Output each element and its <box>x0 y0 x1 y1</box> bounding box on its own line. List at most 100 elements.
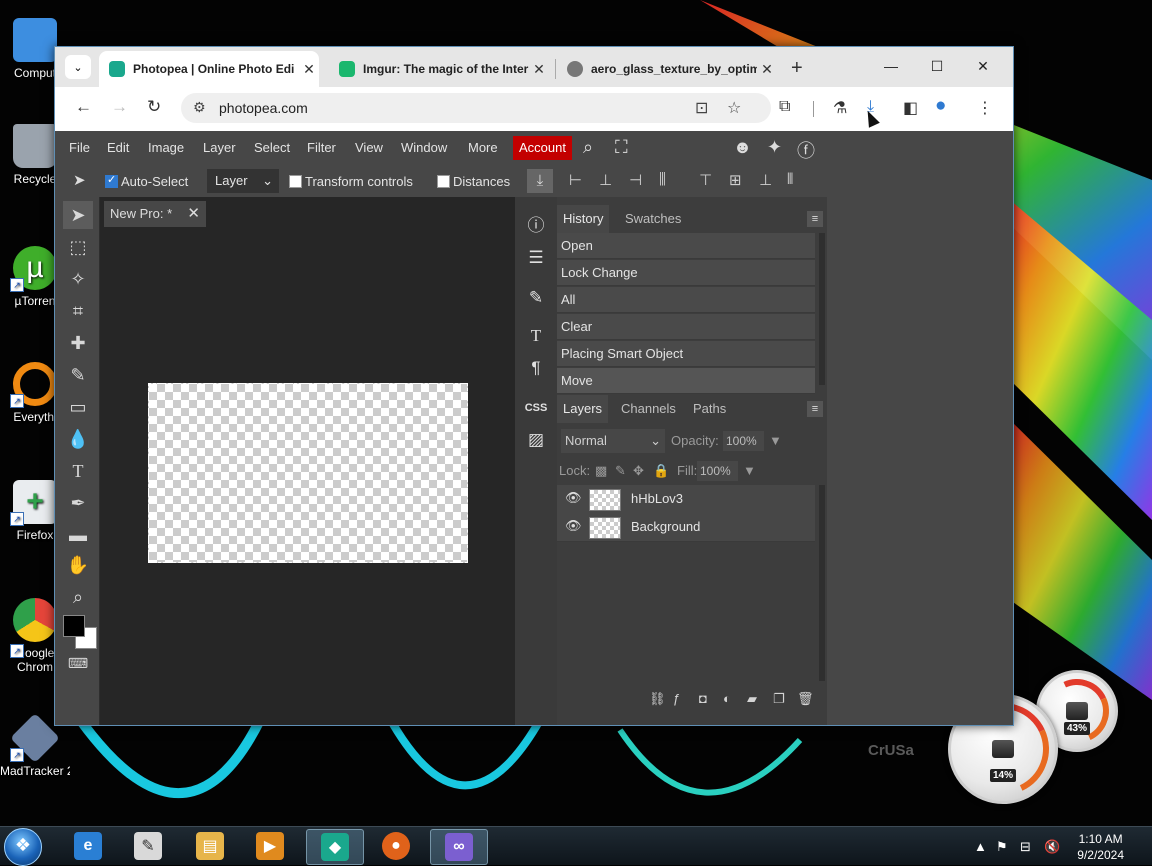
new-layer-icon[interactable]: ❐ <box>773 691 785 707</box>
menu-more[interactable]: More <box>468 140 498 155</box>
lock-all-icon[interactable]: 🔒 <box>653 463 669 479</box>
labs-flask-icon[interactable]: ⚗ <box>833 98 847 118</box>
zoom-tool-icon[interactable]: ⌕ <box>63 583 93 611</box>
css-panel-button[interactable]: CSS <box>523 395 549 421</box>
extensions-icon[interactable]: ⧉ <box>779 98 790 116</box>
install-app-icon[interactable]: ⊡ <box>695 98 708 118</box>
menu-window[interactable]: Window <box>401 140 447 155</box>
align-bottom-icon[interactable]: ⊥ <box>759 171 772 189</box>
character-icon[interactable]: T <box>523 323 549 349</box>
crop-tool-icon[interactable]: ⌗ <box>63 297 93 325</box>
address-bar[interactable]: ⚙ photopea.com ⊡ ☆ <box>181 93 771 123</box>
menu-view[interactable]: View <box>355 140 383 155</box>
close-tab-icon[interactable]: ✕ <box>757 61 777 78</box>
link-layers-icon[interactable]: ⛓ <box>649 691 666 707</box>
taskbar-file-explorer[interactable]: ▤ <box>182 829 238 863</box>
transform-controls-checkbox[interactable] <box>289 175 302 188</box>
layer-effects-icon[interactable]: ƒ <box>673 691 680 706</box>
rectangle-tool-icon[interactable]: ▬ <box>63 521 93 549</box>
tab-photopea[interactable]: Photopea | Online Photo Edi ✕ <box>99 51 319 87</box>
image-icon[interactable]: ▨ <box>523 427 549 453</box>
history-item-current[interactable]: Move <box>557 368 815 394</box>
close-window-button[interactable]: ✕ <box>961 53 1005 79</box>
layer-row[interactable]: 👁 Background <box>557 513 815 542</box>
eye-visibility-icon[interactable]: 👁 <box>565 518 582 534</box>
minimize-button[interactable]: — <box>869 53 913 79</box>
fill-dropdown-icon[interactable]: ▼ <box>743 463 756 478</box>
lock-position-icon[interactable]: ✥ <box>633 463 644 479</box>
action-center-flag-icon[interactable]: ⚑ <box>996 839 1008 855</box>
paragraph-icon[interactable]: ¶ <box>523 355 549 381</box>
close-tab-icon[interactable]: ✕ <box>529 61 549 78</box>
hand-tool-icon[interactable]: ✋ <box>63 551 93 579</box>
tab-paths[interactable]: Paths <box>687 395 732 423</box>
maximize-button[interactable]: ☐ <box>915 53 959 79</box>
taskbar-visual-studio[interactable]: ∞ <box>430 829 488 865</box>
lock-paint-icon[interactable]: ✎ <box>615 463 626 479</box>
marquee-tool-icon[interactable]: ⬚ <box>63 233 93 261</box>
hamburger-menu-icon[interactable]: ≡ <box>807 211 823 227</box>
tab-channels[interactable]: Channels <box>615 395 682 423</box>
forward-button[interactable]: → <box>111 97 128 117</box>
opacity-input[interactable]: 100% <box>723 431 764 451</box>
new-tab-button[interactable]: + <box>791 57 803 80</box>
menu-image[interactable]: Image <box>148 140 184 155</box>
taskbar-notepad[interactable]: ✎ <box>120 829 176 863</box>
layers-scrollbar[interactable] <box>819 485 825 681</box>
close-tab-icon[interactable]: ✕ <box>299 61 319 78</box>
menu-edit[interactable]: Edit <box>107 140 129 155</box>
fullscreen-icon[interactable]: ⛶ <box>615 137 628 158</box>
type-tool-icon[interactable]: T <box>63 457 93 485</box>
tray-expand-icon[interactable]: ▲ <box>974 839 987 854</box>
document-tab[interactable]: New Pro: * ✕ <box>104 201 206 227</box>
browser-menu-icon[interactable]: ⋮ <box>977 98 993 118</box>
tab-layers[interactable]: Layers <box>557 395 609 423</box>
arrange-download-button[interactable]: ⤓ <box>527 169 553 193</box>
close-document-icon[interactable]: ✕ <box>187 201 200 227</box>
auto-select-mode-dropdown[interactable]: Layer ⌄ <box>207 169 279 193</box>
magic-wand-tool-icon[interactable]: ✧ <box>63 265 93 293</box>
tab-search-button[interactable]: ⌄ <box>65 55 91 79</box>
network-icon[interactable]: ⊟ <box>1020 839 1031 855</box>
adjustment-layer-icon[interactable]: ◐ <box>723 691 731 706</box>
hamburger-menu-icon[interactable]: ≡ <box>807 401 823 417</box>
history-item[interactable]: All <box>557 287 815 313</box>
account-button[interactable]: Account <box>513 136 572 160</box>
tab-history[interactable]: History <box>557 205 610 233</box>
tab-aero-glass[interactable]: aero_glass_texture_by_optim ✕ <box>557 51 777 87</box>
menu-filter[interactable]: Filter <box>307 140 336 155</box>
taskbar-photopea[interactable]: ◆ <box>306 829 364 865</box>
start-button[interactable] <box>4 828 42 866</box>
tab-imgur[interactable]: Imgur: The magic of the Inter ✕ <box>329 51 549 87</box>
distribute-horizontal-icon[interactable]: ⫼ <box>659 171 666 188</box>
distances-checkbox[interactable] <box>437 175 450 188</box>
brush-settings-icon[interactable]: ✎ <box>523 285 549 311</box>
delete-layer-trash-icon[interactable]: 🗑 <box>797 691 814 707</box>
eye-visibility-icon[interactable]: 👁 <box>565 490 582 506</box>
document-canvas[interactable] <box>148 383 468 563</box>
history-scrollbar[interactable] <box>819 233 825 385</box>
taskbar-media-player[interactable]: ▶ <box>242 829 298 863</box>
site-info-icon[interactable]: ⚙ <box>193 99 206 116</box>
add-mask-icon[interactable]: ◘ <box>699 691 707 706</box>
system-clock[interactable]: 1:10 AM 9/2/2024 <box>1077 831 1124 863</box>
volume-muted-icon[interactable]: 🔇 <box>1044 839 1060 855</box>
align-center-icon[interactable]: ⊥ <box>599 171 612 189</box>
taskbar-internet-explorer[interactable]: e <box>60 829 116 863</box>
auto-select-checkbox[interactable] <box>105 173 118 188</box>
fill-input[interactable]: 100% <box>697 461 738 481</box>
opacity-dropdown-icon[interactable]: ▼ <box>769 433 782 448</box>
align-middle-icon[interactable]: ⊞ <box>729 171 742 189</box>
align-top-icon[interactable]: ⊤ <box>699 171 712 189</box>
foreground-color-swatch[interactable] <box>63 615 85 637</box>
distribute-vertical-icon[interactable]: ⫴ <box>787 171 793 188</box>
adjustments-icon[interactable]: ☰ <box>523 245 549 271</box>
healing-brush-tool-icon[interactable]: ✚ <box>63 329 93 357</box>
search-icon[interactable]: ⌕ <box>583 137 593 158</box>
info-icon[interactable]: ⓘ <box>523 213 549 239</box>
layer-row[interactable]: 👁 hHbLov3 <box>557 485 815 514</box>
back-button[interactable]: ← <box>75 97 92 117</box>
history-item[interactable]: Open <box>557 233 815 259</box>
twitter-icon[interactable]: ✦ <box>767 137 782 158</box>
history-item[interactable]: Clear <box>557 314 815 340</box>
